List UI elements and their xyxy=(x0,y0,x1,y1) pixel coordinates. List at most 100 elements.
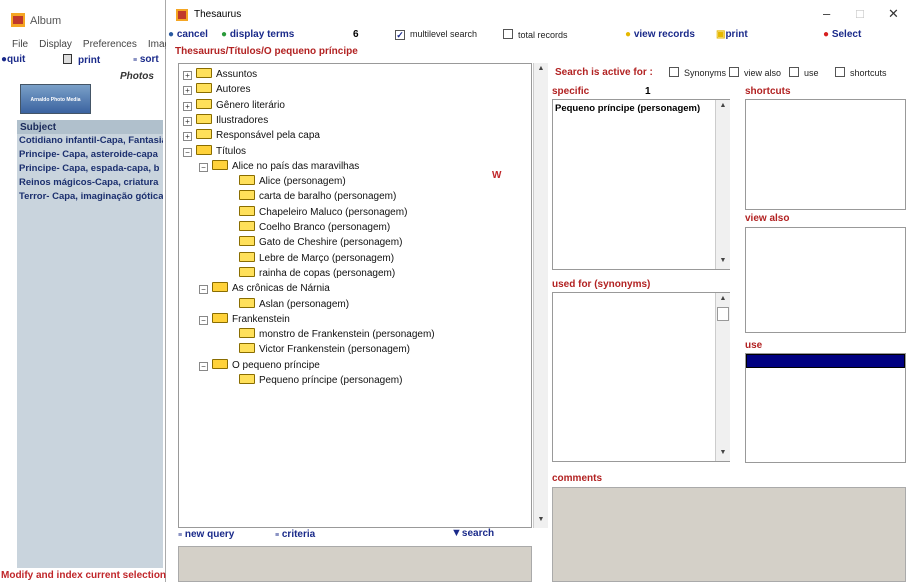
scroll-up-icon[interactable]: ▲ xyxy=(536,65,546,75)
filter-shortcuts[interactable]: shortcuts xyxy=(835,67,887,78)
use-label: use xyxy=(745,340,763,351)
tree-node[interactable]: monstro de Frankenstein (personagem) xyxy=(239,328,435,342)
expand-icon[interactable]: + xyxy=(183,117,192,126)
multilevel-checkbox[interactable]: ✓ multilevel search xyxy=(395,29,477,43)
tree-node[interactable]: Lebre de Março (personagem) xyxy=(239,252,394,266)
tree-scrollbar[interactable]: ▲ ▼ xyxy=(533,63,548,528)
tree-view[interactable]: W + Assuntos + Autores + Gênero literário + Ilu… xyxy=(178,63,532,528)
folder-icon xyxy=(239,206,255,216)
used-for-scrollbar[interactable]: ▲ ▼ xyxy=(715,293,730,461)
checkbox[interactable] xyxy=(503,29,513,39)
filter-synonyms[interactable]: Synonyms xyxy=(669,67,726,78)
menu-image[interactable]: Image xyxy=(148,39,166,50)
tree-node[interactable]: O pequeno príncipe xyxy=(212,359,320,373)
collapse-icon[interactable]: − xyxy=(199,362,208,371)
thesaurus-title: Thesaurus xyxy=(194,9,242,20)
tree-node[interactable]: Frankenstein xyxy=(212,313,290,327)
folder-icon xyxy=(196,129,212,139)
quit-button[interactable]: ●quit xyxy=(1,54,25,65)
tree-node[interactable]: Pequeno príncipe (personagem) xyxy=(239,374,402,388)
criteria-button[interactable]: ≡ criteria xyxy=(275,529,315,543)
view-records-button[interactable]: ● view records xyxy=(625,29,695,43)
scroll-down-icon[interactable]: ▼ xyxy=(718,449,728,459)
collapse-icon[interactable]: − xyxy=(199,316,208,325)
checkbox[interactable] xyxy=(835,67,845,77)
menu-display[interactable]: Display xyxy=(39,39,72,50)
w-marker: W xyxy=(492,170,502,181)
breadcrumb: Thesaurus/Títulos/O pequeno príncipe xyxy=(175,46,358,57)
tree-node[interactable]: Responsável pela capa xyxy=(196,129,320,143)
tree-node[interactable]: Ilustradores xyxy=(196,114,268,128)
tree-node[interactable]: Títulos xyxy=(196,145,246,159)
scroll-up-icon[interactable]: ▲ xyxy=(718,102,728,112)
filter-use[interactable]: use xyxy=(789,67,819,78)
scroll-down-icon[interactable]: ▼ xyxy=(718,257,728,267)
expand-icon[interactable]: + xyxy=(183,132,192,141)
tree-node[interactable]: As crônicas de Nárnia xyxy=(212,282,330,296)
comments-field[interactable] xyxy=(552,487,906,582)
use-list[interactable] xyxy=(745,353,906,463)
subject-list: Subject Cotidiano infantil-Capa, Fantasi… xyxy=(17,120,163,568)
search-button[interactable]: ▼search xyxy=(451,527,494,541)
cancel-button[interactable]: ● cancel xyxy=(168,29,208,43)
collapse-icon[interactable]: − xyxy=(183,148,192,157)
menu-file[interactable]: File xyxy=(12,39,28,50)
specific-scrollbar[interactable]: ▲ ▼ xyxy=(715,100,730,269)
list-item[interactable]: Reinos mágicos-Capa, criatura xyxy=(17,176,163,190)
tree-node[interactable]: Gênero literário xyxy=(196,99,285,113)
list-item[interactable]: Cotidiano infantil-Capa, Fantasia xyxy=(17,134,163,148)
collapse-icon[interactable]: − xyxy=(199,285,208,294)
scroll-up-icon[interactable]: ▲ xyxy=(718,295,728,305)
print-button[interactable]: print xyxy=(63,54,100,66)
tree-node[interactable]: Autores xyxy=(196,83,250,97)
list-item[interactable]: Terror- Capa, imaginação gótica xyxy=(17,190,163,204)
tree-node[interactable]: Gato de Cheshire (personagem) xyxy=(239,236,402,250)
expand-icon[interactable]: + xyxy=(183,102,192,111)
scroll-thumb[interactable] xyxy=(717,307,729,321)
scroll-down-icon[interactable]: ▼ xyxy=(536,516,546,526)
specific-list[interactable]: Pequeno príncipe (personagem) xyxy=(552,99,730,270)
list-icon: ≡ xyxy=(275,532,280,539)
tree-node[interactable]: Aslan (personagem) xyxy=(239,298,349,312)
total-records-checkbox[interactable]: total records xyxy=(503,29,568,43)
collapse-icon[interactable]: − xyxy=(199,163,208,172)
tree-node[interactable]: Coelho Branco (personagem) xyxy=(239,221,390,235)
checkbox[interactable] xyxy=(729,67,739,77)
dot-icon: ● xyxy=(625,29,632,40)
checkbox[interactable] xyxy=(789,67,799,77)
checkbox[interactable]: ✓ xyxy=(395,30,405,40)
list-item[interactable]: Principe- Capa, espada-capa, b xyxy=(17,162,163,176)
tree-node[interactable]: Assuntos xyxy=(196,68,257,82)
tree-node[interactable]: Alice no país das maravilhas xyxy=(212,160,359,174)
folder-icon xyxy=(196,114,212,124)
view-also-list[interactable] xyxy=(745,227,906,333)
tree-node[interactable]: Victor Frankenstein (personagem) xyxy=(239,343,410,357)
print-button[interactable]: ▣print xyxy=(716,29,748,43)
expand-icon[interactable]: + xyxy=(183,86,192,95)
select-button[interactable]: ● Select xyxy=(823,29,861,43)
checkbox[interactable] xyxy=(669,67,679,77)
expand-icon[interactable]: + xyxy=(183,71,192,80)
new-query-button[interactable]: ≡ new query xyxy=(178,529,234,543)
query-field[interactable] xyxy=(178,546,532,582)
album-titlebar: Album xyxy=(0,0,165,38)
sort-button[interactable]: ≡ sort xyxy=(133,54,159,65)
close-button[interactable]: ✕ xyxy=(888,6,899,22)
selected-row[interactable] xyxy=(746,354,905,368)
shortcuts-list[interactable] xyxy=(745,99,906,210)
subject-header: Subject xyxy=(17,120,163,134)
tree-node[interactable]: Alice (personagem) xyxy=(239,175,346,189)
list-item[interactable]: Pequeno príncipe (personagem) xyxy=(553,100,729,117)
tree-node-label: rainha de copas (personagem) xyxy=(259,268,396,279)
used-for-list[interactable] xyxy=(552,292,730,462)
tree-node[interactable]: Chapeleiro Maluco (personagem) xyxy=(239,206,407,220)
tree-node[interactable]: rainha de copas (personagem) xyxy=(239,267,395,281)
maximize-button[interactable]: □ xyxy=(856,6,864,21)
dot-icon: ● xyxy=(221,29,228,40)
list-item[interactable]: Principe- Capa, asteroide-capa xyxy=(17,148,163,162)
menu-preferences[interactable]: Preferences xyxy=(83,39,137,50)
display-terms-button[interactable]: ● display terms xyxy=(221,29,294,43)
minimize-button[interactable]: – xyxy=(823,6,830,21)
tree-node[interactable]: carta de baralho (personagem) xyxy=(239,190,396,204)
filter-view-also[interactable]: view also xyxy=(729,67,781,78)
